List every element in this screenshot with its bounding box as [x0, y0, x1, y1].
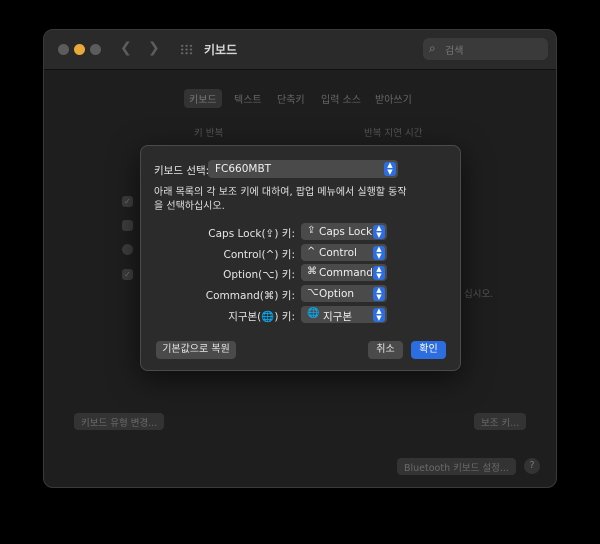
globe-key-label: 지구본(🌐) 키: [228, 311, 295, 323]
close-window-button[interactable] [58, 44, 69, 55]
control-key-label: Control(^) 키: [223, 249, 295, 261]
keyboard-select-label: 키보드 선택: [154, 165, 210, 177]
keyboard-select-value: FC660MBT [215, 163, 272, 175]
chevron-left-icon[interactable]: ❮ [120, 40, 132, 56]
cancel-button[interactable]: 취소 [368, 341, 403, 359]
option-popup-value: Command [319, 267, 373, 279]
chevron-updown-icon: ▲ ▼ [384, 162, 396, 176]
ok-button[interactable]: 확인 [411, 341, 446, 359]
window-title: 키보드 [204, 43, 238, 57]
chevron-right-icon[interactable]: ❯ [148, 40, 160, 56]
command-popup-value: Option [319, 288, 355, 300]
caps-lock-symbol-icon: ⇪ [307, 225, 316, 236]
chevron-updown-icon: ▲ ▼ [373, 266, 385, 280]
tab-text[interactable]: 텍스트 [229, 89, 267, 108]
background-partial-text: 십시오. [464, 289, 494, 300]
help-button[interactable]: ? [524, 458, 540, 474]
repeat-delay-label: 반복 지연 시간 [364, 128, 423, 139]
globe-icon: 🌐 [307, 308, 320, 319]
change-keyboard-type-button[interactable]: 키보드 유형 변경... [74, 413, 165, 430]
globe-popup-value: 지구본 [323, 311, 352, 323]
key-repeat-label: 키 반복 [194, 128, 224, 139]
background-radio[interactable] [122, 244, 133, 255]
tab-shortcuts[interactable]: 단축키 [272, 89, 310, 108]
globe-mapping-row: 지구본(🌐) 키: 🌐 지구본 ▲ ▼ [141, 306, 460, 324]
option-key-label: Option(⌥) 키: [223, 269, 295, 281]
tab-dictation[interactable]: 받아쓰기 [370, 89, 417, 108]
background-checkbox[interactable] [122, 220, 133, 231]
tab-input-sources[interactable]: 입력 소스 [316, 89, 366, 108]
search-placeholder: 검색 [445, 46, 464, 57]
command-popup[interactable]: ⌥ Option ▲ ▼ [301, 285, 387, 302]
chevron-updown-icon: ▲ ▼ [373, 225, 385, 239]
grid-icon[interactable] [180, 44, 193, 55]
search-icon: ⌕ [429, 41, 436, 55]
titlebar: ❮ ❯ 키보드 ⌕ 검색 [44, 30, 556, 70]
zoom-window-button[interactable] [90, 44, 101, 55]
keyboard-select[interactable]: FC660MBT ▲ ▼ [208, 160, 398, 178]
command-mapping-row: Command(⌘) 키: ⌥ Option ▲ ▼ [141, 285, 460, 303]
sheet-description: 아래 목록의 각 보조 키에 대하여, 팝업 메뉴에서 실행할 동작을 선택하십… [154, 187, 407, 212]
tab-keyboard[interactable]: 키보드 [184, 89, 222, 108]
chevron-updown-icon: ▲ ▼ [373, 287, 385, 301]
command-symbol-icon: ⌘ [307, 266, 317, 277]
restore-defaults-button[interactable]: 기본값으로 복원 [156, 341, 236, 359]
control-symbol-icon: ^ [307, 246, 316, 257]
option-mapping-row: Option(⌥) 키: ⌘ Command ▲ ▼ [141, 264, 460, 282]
minimize-window-button[interactable] [74, 44, 85, 55]
search-input[interactable]: ⌕ 검색 [423, 38, 548, 60]
caps-lock-popup-value: Caps Lock [319, 226, 373, 238]
chevron-updown-icon: ▲ ▼ [373, 246, 385, 260]
bluetooth-keyboard-setup-button[interactable]: Bluetooth 키보드 설정... [397, 458, 516, 475]
control-popup-value: Control [319, 247, 357, 259]
control-mapping-row: Control(^) 키: ^ Control ▲ ▼ [141, 244, 460, 262]
modifier-keys-sheet: 키보드 선택: FC660MBT ▲ ▼ 아래 목록의 각 보조 키에 대하여, … [140, 145, 461, 371]
modifier-keys-button[interactable]: 보조 키... [474, 413, 527, 430]
globe-popup[interactable]: 🌐 지구본 ▲ ▼ [301, 306, 387, 323]
option-symbol-icon: ⌥ [307, 287, 319, 298]
tab-bar: 키보드 텍스트 단축키 입력 소스 받아쓰기 [44, 89, 556, 108]
chevron-updown-icon: ▲ ▼ [373, 308, 385, 322]
command-key-label: Command(⌘) 키: [205, 290, 295, 302]
caps-lock-mapping-row: Caps Lock(⇪) 키: ⇪ Caps Lock ▲ ▼ [141, 223, 460, 241]
background-checkbox[interactable]: ✓ [122, 269, 133, 280]
caps-lock-key-label: Caps Lock(⇪) 키: [208, 228, 295, 240]
background-checkbox[interactable]: ✓ [122, 196, 133, 207]
option-popup[interactable]: ⌘ Command ▲ ▼ [301, 264, 387, 281]
control-popup[interactable]: ^ Control ▲ ▼ [301, 244, 387, 261]
caps-lock-popup[interactable]: ⇪ Caps Lock ▲ ▼ [301, 223, 387, 240]
